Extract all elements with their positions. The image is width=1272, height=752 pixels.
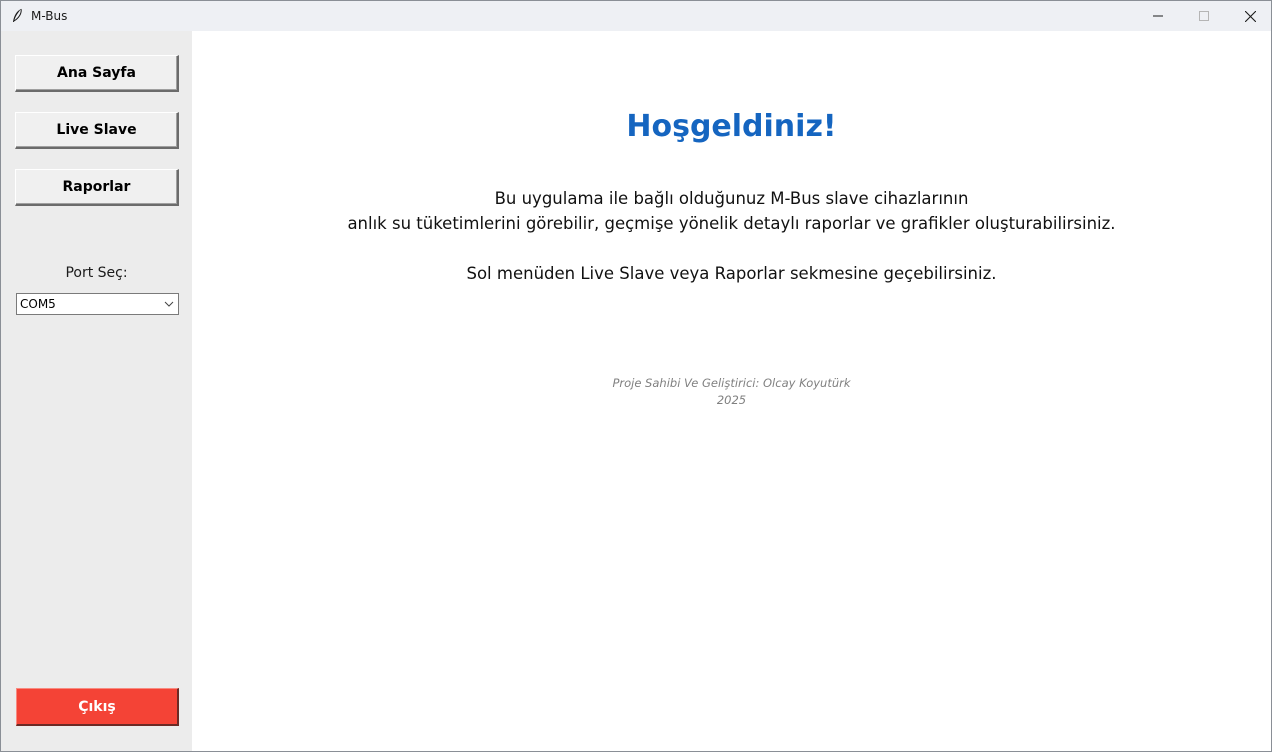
credit-year: 2025 [716, 393, 747, 407]
home-button[interactable]: Ana Sayfa [15, 55, 179, 92]
minimize-button[interactable] [1135, 1, 1181, 31]
welcome-title: Hoşgeldiniz! [626, 109, 837, 144]
close-icon [1244, 10, 1256, 22]
minimize-icon [1153, 15, 1163, 17]
credit-author: Proje Sahibi Ve Geliştirici: Olcay Koyut… [612, 376, 851, 390]
port-select-value: COM5 [20, 297, 56, 311]
port-select[interactable]: COM5 [16, 293, 179, 315]
maximize-button[interactable] [1181, 1, 1227, 31]
exit-button[interactable]: Çıkış [16, 688, 179, 726]
description-line-1: Bu uygulama ile bağlı olduğunuz M-Bus sl… [494, 189, 969, 208]
live-slave-button[interactable]: Live Slave [15, 112, 179, 149]
title-bar[interactable]: M-Bus [1, 1, 1271, 31]
sidebar: Ana Sayfa Live Slave Raporlar Port Seç: … [1, 31, 192, 751]
feather-icon [13, 8, 22, 22]
main-content: Hoşgeldiniz! Bu uygulama ile bağlı olduğ… [192, 31, 1271, 751]
window-title: M-Bus [31, 9, 68, 23]
reports-button[interactable]: Raporlar [15, 169, 179, 206]
chevron-down-icon [164, 301, 174, 307]
app-window: M-Bus Ana Sayfa Live Slave Raporlar Port… [0, 0, 1272, 752]
close-button[interactable] [1227, 1, 1271, 31]
description-line-3: Sol menüden Live Slave veya Raporlar sek… [466, 264, 997, 283]
description-line-2: anlık su tüketimlerini görebilir, geçmiş… [347, 214, 1116, 233]
maximize-icon [1199, 11, 1209, 21]
port-select-label: Port Seç: [65, 265, 128, 281]
